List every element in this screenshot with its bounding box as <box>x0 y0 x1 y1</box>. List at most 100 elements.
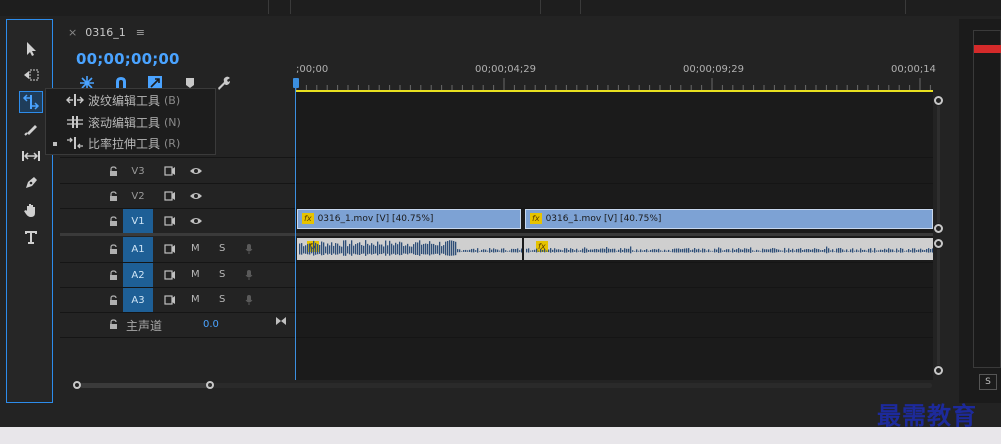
sequence-tab[interactable]: × 0316_1 ≡ <box>68 26 145 39</box>
hand-tool-icon[interactable] <box>21 200 41 220</box>
lock-icon[interactable] <box>109 191 118 201</box>
bottom-band <box>0 427 1001 444</box>
audio-waveform <box>299 240 522 256</box>
lock-icon[interactable] <box>109 166 118 176</box>
waveform-bar <box>333 245 335 254</box>
track-label-v2[interactable]: V2 <box>123 185 153 207</box>
vertical-scrollbar[interactable] <box>937 106 940 223</box>
lock-icon[interactable] <box>109 319 118 329</box>
waveform-bar <box>505 250 507 252</box>
track-label-a1[interactable]: A1 <box>123 237 153 262</box>
waveform-bar <box>732 248 734 253</box>
waveform-bar <box>419 240 421 256</box>
video-audio-divider[interactable] <box>60 233 933 236</box>
lock-icon[interactable] <box>109 216 118 226</box>
waveform-bar <box>828 248 830 253</box>
waveform-bar <box>415 242 417 256</box>
horizontal-scroll-knob[interactable] <box>73 381 81 389</box>
waveform-bar <box>381 244 383 255</box>
waveform-bar <box>483 249 485 253</box>
sync-lock-icon[interactable] <box>164 295 176 305</box>
video-clip[interactable]: fx 0316_1.mov [V] [40.75%] <box>525 209 933 229</box>
tools-panel <box>6 19 53 403</box>
track-label-v3[interactable]: V3 <box>123 160 153 182</box>
lock-icon[interactable] <box>109 270 118 280</box>
rolling-edit-tool-item[interactable]: 滚动编辑工具 (N) <box>46 112 215 132</box>
lock-icon[interactable] <box>109 244 118 254</box>
time-ruler[interactable] <box>296 78 933 90</box>
mute-button[interactable]: M <box>191 269 200 280</box>
track-label-a2[interactable]: A2 <box>123 263 153 287</box>
sync-lock-icon[interactable] <box>164 166 176 176</box>
waveform-bar <box>313 240 315 256</box>
mute-button[interactable]: M <box>191 243 200 254</box>
sync-lock-icon[interactable] <box>164 270 176 280</box>
waveform-bar <box>317 244 319 255</box>
eye-icon[interactable] <box>189 191 203 201</box>
waveform-bar <box>576 248 578 253</box>
eye-icon[interactable] <box>189 216 203 226</box>
playhead-timecode[interactable]: 00;00;00;00 <box>76 50 180 68</box>
master-volume-value[interactable]: 0.0 <box>203 319 219 330</box>
panel-divider <box>905 0 906 14</box>
sync-lock-icon[interactable] <box>164 244 176 254</box>
ripple-edit-tool-item[interactable]: 波纹编辑工具 (B) <box>46 90 215 110</box>
video-clip[interactable]: fx 0316_1.mov [V] [40.75%] <box>297 209 521 229</box>
waveform-bar <box>600 248 602 253</box>
horizontal-scrollbar-thumb[interactable] <box>80 383 210 388</box>
waveform-bar <box>894 250 896 252</box>
tab-close-icon[interactable]: × <box>68 26 77 39</box>
waveform-bar <box>720 248 722 253</box>
watermark-text: 最需教育 <box>877 401 977 430</box>
popup-item-shortcut: (R) <box>164 136 181 150</box>
eye-icon[interactable] <box>189 166 203 176</box>
waveform-bar <box>724 250 726 252</box>
type-tool-icon[interactable] <box>21 227 41 247</box>
waveform-bar <box>880 249 882 253</box>
waveform-bar <box>497 249 499 253</box>
track-label-v1[interactable]: V1 <box>123 209 153 233</box>
microphone-icon[interactable] <box>245 294 253 306</box>
lock-icon[interactable] <box>109 295 118 305</box>
ripple-edit-tool-icon[interactable] <box>19 91 43 113</box>
waveform-bar <box>552 249 554 252</box>
vertical-scrollbar[interactable] <box>937 249 940 365</box>
sync-lock-icon[interactable] <box>164 191 176 201</box>
tab-menu-icon[interactable]: ≡ <box>136 26 145 39</box>
vertical-scroll-knob[interactable] <box>934 239 943 248</box>
horizontal-scroll-knob[interactable] <box>206 381 214 389</box>
rate-stretch-tool-item[interactable]: 比率拉伸工具 (R) <box>46 133 215 153</box>
waveform-bar <box>698 248 700 253</box>
meter-solo-button[interactable]: S <box>979 374 997 390</box>
solo-button[interactable]: S <box>219 243 225 254</box>
sync-lock-icon[interactable] <box>164 216 176 226</box>
waveform-bar <box>684 248 686 253</box>
waveform-bar <box>353 245 355 254</box>
microphone-icon[interactable] <box>245 243 253 255</box>
waveform-bar <box>630 246 632 254</box>
go-to-end-icon[interactable] <box>275 316 287 326</box>
vertical-scroll-knob[interactable] <box>934 96 943 105</box>
microphone-icon[interactable] <box>245 269 253 281</box>
selection-tool-icon[interactable] <box>21 39 41 59</box>
sequence-tab-label: 0316_1 <box>85 26 126 39</box>
popup-item-label: 比率拉伸工具 <box>88 136 161 151</box>
solo-button[interactable]: S <box>219 269 225 280</box>
playhead-handle[interactable] <box>293 78 299 88</box>
vertical-scroll-knob[interactable] <box>934 224 943 233</box>
audio-clip[interactable]: fx <box>297 238 522 260</box>
solo-button[interactable]: S <box>219 294 225 305</box>
waveform-bar <box>590 249 592 253</box>
audio-clip[interactable]: fx <box>524 238 933 260</box>
razor-tool-icon[interactable] <box>21 119 41 139</box>
waveform-bar <box>848 250 850 252</box>
playhead-line[interactable] <box>295 86 296 380</box>
vertical-scroll-knob[interactable] <box>934 366 943 375</box>
track-select-tool-icon[interactable] <box>21 65 41 85</box>
waveform-bar <box>728 249 730 253</box>
mute-button[interactable]: M <box>191 294 200 305</box>
pen-tool-icon[interactable] <box>21 173 41 193</box>
slip-tool-icon[interactable] <box>21 146 41 166</box>
waveform-bar <box>790 250 792 252</box>
track-label-a3[interactable]: A3 <box>123 288 153 312</box>
